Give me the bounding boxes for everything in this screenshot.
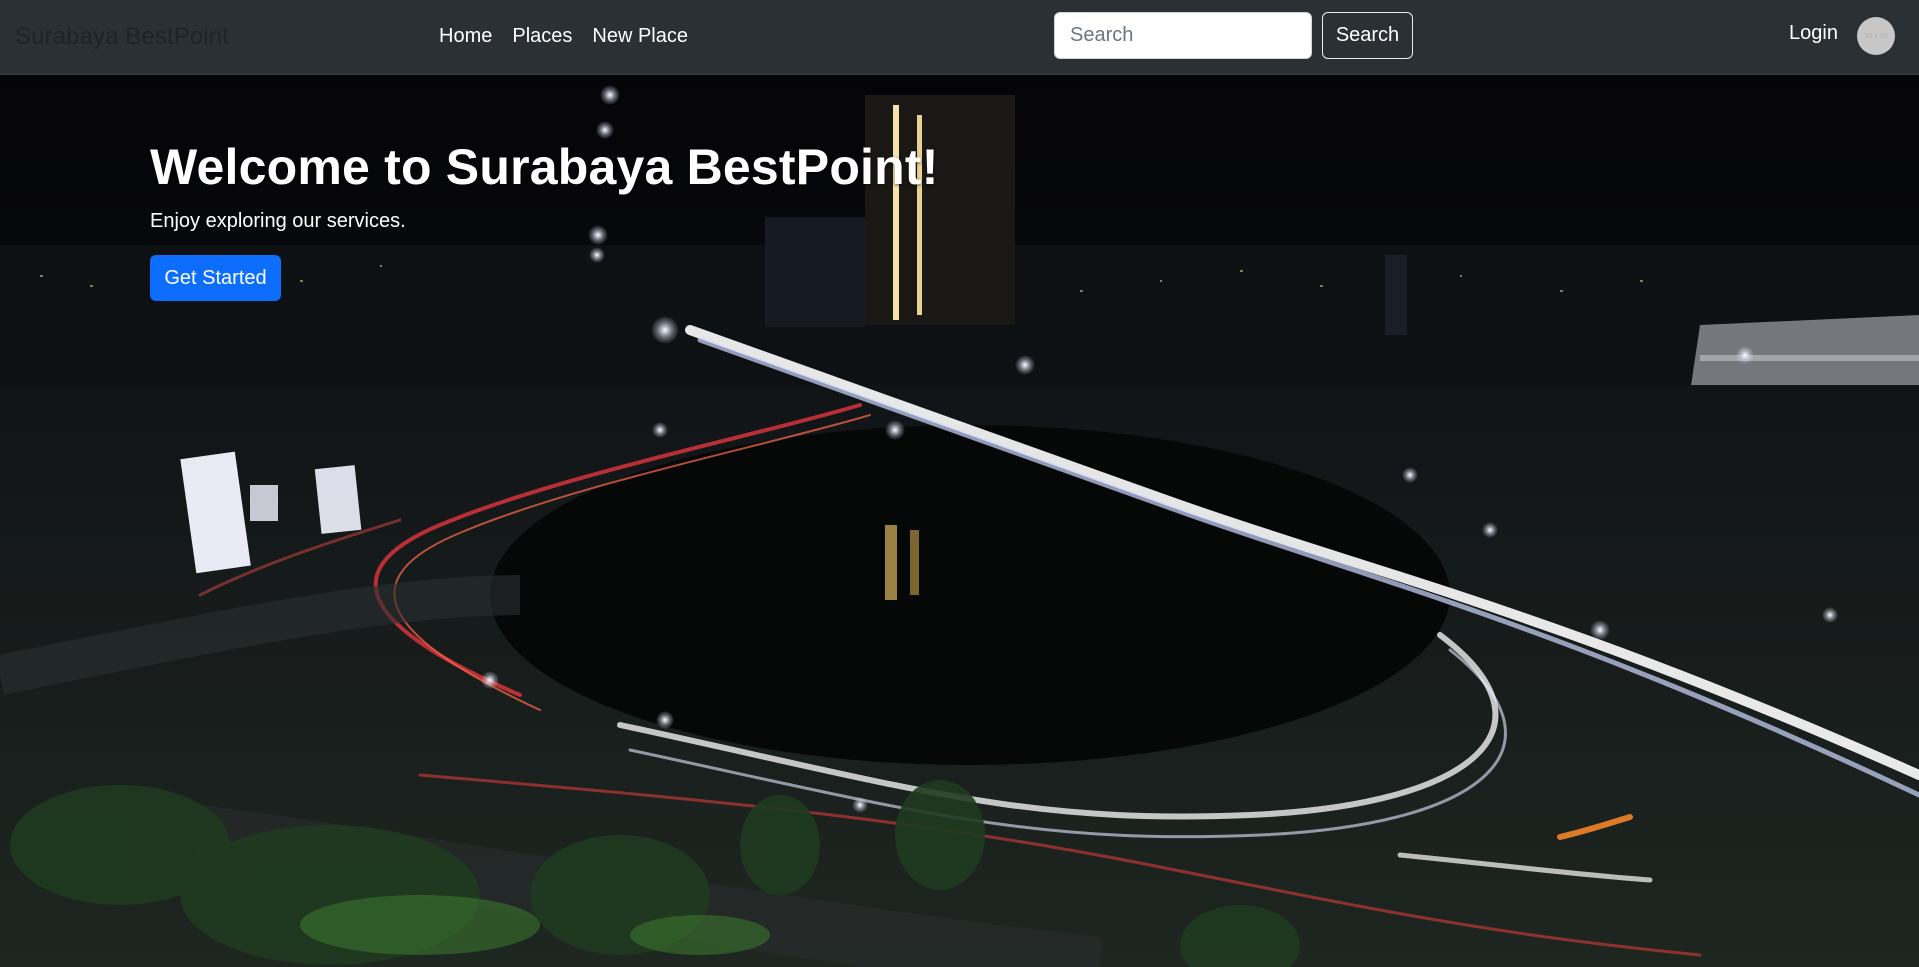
brand-logo-link[interactable]: Surabaya BestPoint [15, 23, 229, 51]
hero-title: Welcome to Surabaya BestPoint! [150, 139, 939, 195]
nav-links: Home Places New Place [439, 25, 708, 48]
nav-link-places[interactable]: Places [512, 25, 572, 48]
top-navbar: Surabaya BestPoint Home Places New Place… [0, 0, 1919, 75]
nav-link-home[interactable]: Home [439, 25, 492, 48]
avatar[interactable]: 50 x 50 [1857, 17, 1895, 55]
hero-background-city-night-image [0, 85, 1919, 967]
search-button[interactable]: Search [1322, 12, 1413, 59]
hero-section: Welcome to Surabaya BestPoint! Enjoy exp… [0, 75, 1919, 967]
avatar-placeholder-text: 50 x 50 [1864, 32, 1888, 40]
get-started-button[interactable]: Get Started [150, 255, 281, 301]
login-link[interactable]: Login [1789, 22, 1838, 45]
search-input[interactable] [1054, 12, 1312, 59]
nav-link-new-place[interactable]: New Place [592, 25, 688, 48]
hero-subtitle: Enjoy exploring our services. [150, 210, 406, 232]
